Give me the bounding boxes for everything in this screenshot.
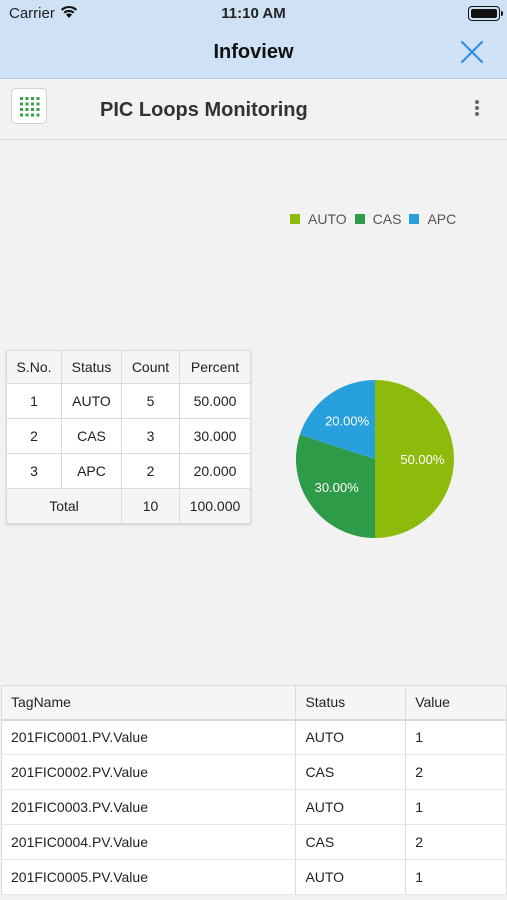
table-row[interactable]: 201FIC0002.PV.Value CAS 2 <box>0 754 507 790</box>
summary-table: S.No. Status Count Percent 1 AUTO 5 50.0… <box>6 350 251 524</box>
cell-count: 2 <box>121 453 180 489</box>
column-header-status[interactable]: Status <box>295 685 407 721</box>
cell-value: 1 <box>405 719 507 755</box>
summary-row[interactable]: 1 AUTO 5 50.000 <box>6 383 251 419</box>
more-options-button[interactable] <box>473 100 481 120</box>
navigation-bar: Carrier 11:10 AM Infoview <box>0 0 507 79</box>
legend-label: APC <box>427 211 457 227</box>
cell-status: CAS <box>61 418 122 454</box>
cell-status: AUTO <box>295 859 407 895</box>
status-pie-chart[interactable]: 50.00% 30.00% 20.00% <box>293 377 457 541</box>
cell-tagname: 201FIC0001.PV.Value <box>0 719 297 755</box>
summary-header-row: S.No. Status Count Percent <box>6 350 251 384</box>
total-count: 10 <box>121 488 180 524</box>
cell-tagname: 201FIC0003.PV.Value <box>0 789 297 825</box>
cell-status: AUTO <box>61 383 122 419</box>
close-icon <box>460 40 484 64</box>
tag-table: TagName Status Value 201FIC0001.PV.Value… <box>0 685 507 895</box>
legend-item-apc[interactable]: APC <box>409 211 456 227</box>
cell-count: 3 <box>121 418 180 454</box>
column-header: Percent <box>179 350 251 384</box>
cell-status: AUTO <box>295 789 407 825</box>
legend-item-auto[interactable]: AUTO <box>290 211 347 227</box>
cell-sno: 2 <box>6 418 62 454</box>
table-row[interactable]: 201FIC0004.PV.Value CAS 2 <box>0 824 507 860</box>
grid-icon <box>20 97 40 117</box>
legend-item-cas[interactable]: CAS <box>354 211 402 227</box>
total-label: Total <box>6 488 122 524</box>
cell-value: 1 <box>405 859 507 895</box>
legend-swatch-apc <box>409 214 420 224</box>
chart-legend: AUTO CAS APC <box>290 211 464 227</box>
cell-percent: 30.000 <box>179 418 251 454</box>
column-header: Status <box>61 350 122 384</box>
cell-value: 1 <box>405 789 507 825</box>
summary-total-row: Total 10 100.000 <box>6 488 251 524</box>
close-button[interactable] <box>459 39 485 65</box>
legend-label: CAS <box>372 211 402 227</box>
section-title: PIC Loops Monitoring <box>100 99 308 121</box>
status-bar: Carrier 11:10 AM <box>0 0 507 28</box>
pie-label-apc: 20.00% <box>325 414 370 429</box>
tag-header-row: TagName Status Value <box>0 685 507 721</box>
cell-sno: 3 <box>6 453 62 489</box>
clock: 11:10 AM <box>221 5 286 22</box>
summary-row[interactable]: 2 CAS 3 30.000 <box>6 418 251 454</box>
cell-percent: 20.000 <box>179 453 251 489</box>
cell-sno: 1 <box>6 383 62 419</box>
cell-status: CAS <box>295 824 407 860</box>
column-header-value[interactable]: Value <box>405 685 507 721</box>
table-row[interactable]: 201FIC0003.PV.Value AUTO 1 <box>0 789 507 825</box>
pie-label-cas: 30.00% <box>315 480 360 495</box>
cell-percent: 50.000 <box>179 383 251 419</box>
cell-status: AUTO <box>295 719 407 755</box>
total-percent: 100.000 <box>179 488 251 524</box>
page-title: Infoview <box>213 41 294 63</box>
grid-menu-button[interactable] <box>11 88 47 124</box>
cell-status: CAS <box>295 754 407 790</box>
cell-value: 2 <box>405 754 507 790</box>
legend-swatch-cas <box>354 214 365 224</box>
more-vertical-icon <box>475 100 479 104</box>
table-row[interactable]: 201FIC0001.PV.Value AUTO 1 <box>0 719 507 755</box>
cell-status: APC <box>61 453 122 489</box>
table-row[interactable]: 201FIC0005.PV.Value AUTO 1 <box>0 859 507 895</box>
cell-tagname: 201FIC0002.PV.Value <box>0 754 297 790</box>
legend-label: AUTO <box>308 211 347 227</box>
summary-row[interactable]: 3 APC 2 20.000 <box>6 453 251 489</box>
cell-count: 5 <box>121 383 180 419</box>
column-header: S.No. <box>6 350 62 384</box>
column-header: Count <box>121 350 180 384</box>
cell-tagname: 201FIC0005.PV.Value <box>0 859 297 895</box>
battery-icon <box>468 6 503 21</box>
cell-value: 2 <box>405 824 507 860</box>
section-header: PIC Loops Monitoring <box>0 80 507 140</box>
column-header-tagname[interactable]: TagName <box>0 685 297 721</box>
pie-label-auto: 50.00% <box>400 452 445 467</box>
cell-tagname: 201FIC0004.PV.Value <box>0 824 297 860</box>
legend-swatch-auto <box>290 214 300 224</box>
